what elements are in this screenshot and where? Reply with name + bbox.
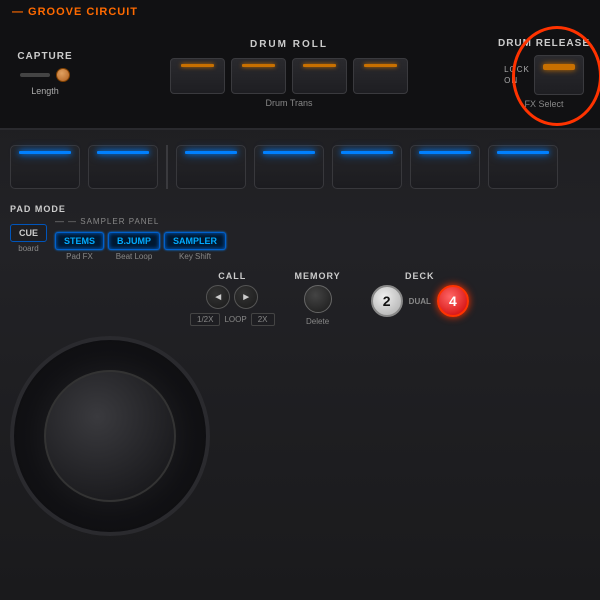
lock-on-row: LOCK ON <box>504 65 530 85</box>
mode-btn-bjump[interactable]: B.JUMP <box>108 232 160 250</box>
drum-release-label: DRUM RELEASE <box>498 38 590 49</box>
call-left-button[interactable]: ◄ <box>206 285 230 309</box>
drum-roll-label: DRUM ROLL <box>250 39 328 50</box>
pad-button-6[interactable] <box>410 145 480 189</box>
deck-button-2[interactable]: 2 <box>371 285 403 317</box>
groove-circuit-label: — GROOVE CIRCUIT <box>12 6 138 18</box>
capture-section: CAPTURE Length <box>10 51 80 96</box>
drum-roll-section: DRUM ROLL Drum Trans <box>90 39 488 108</box>
call-2x-button[interactable]: 2X <box>251 313 275 326</box>
drum-roll-btn-3[interactable] <box>292 58 347 94</box>
on-label: ON <box>504 76 518 85</box>
mode-btn-stems[interactable]: STEMS <box>55 232 104 250</box>
pad-mode-col: PAD MODE CUE board — — SAMPLER PANEL STE… <box>10 204 226 261</box>
pad-button-3[interactable] <box>176 145 246 189</box>
sampler-panel-label: — SAMPLER PANEL <box>68 217 159 226</box>
drum-release-section: DRUM RELEASE LOCK ON FX Select <box>498 38 590 109</box>
deck-label: DECK <box>405 271 435 281</box>
call-sub-row: 1/2X LOOP 2X <box>190 313 275 326</box>
call-buttons-row: ◄ ► <box>206 285 258 309</box>
cue-sub-label: board <box>18 244 38 253</box>
delete-label: Delete <box>306 317 329 326</box>
right-space <box>230 336 590 536</box>
bjump-sub-label: Beat Loop <box>116 252 152 261</box>
memory-section: MEMORY Delete <box>295 271 341 326</box>
capture-slider-row <box>20 68 70 82</box>
capture-knob[interactable] <box>56 68 70 82</box>
drum-trans-label: Drum Trans <box>265 98 312 108</box>
call-section: CALL ◄ ► 1/2X LOOP 2X <box>190 271 275 326</box>
pad-mode-section: PAD MODE CUE board — — SAMPLER PANEL STE… <box>0 199 600 266</box>
lock-on-fx-container: LOCK ON <box>504 55 584 95</box>
pad-button-4[interactable] <box>254 145 324 189</box>
pad-button-5[interactable] <box>332 145 402 189</box>
pad-mode-label: PAD MODE <box>10 204 226 214</box>
fx-select-button[interactable] <box>534 55 584 95</box>
drum-roll-btn-4[interactable] <box>353 58 408 94</box>
memory-label: MEMORY <box>295 271 341 281</box>
stems-sub-label: Pad FX <box>66 252 93 261</box>
main-container: — GROOVE CIRCUIT CAPTURE Length DRUM ROL… <box>0 0 600 600</box>
capture-slider[interactable] <box>20 73 50 77</box>
call-label: CALL <box>218 271 246 281</box>
pad-button-7[interactable] <box>488 145 558 189</box>
drum-roll-btn-1[interactable] <box>170 58 225 94</box>
bottom-controls: CALL ◄ ► 1/2X LOOP 2X MEMORY Delete DECK… <box>180 266 600 331</box>
lock-label: LOCK <box>504 65 530 74</box>
fx-select-label: FX Select <box>524 99 563 109</box>
pad-divider <box>166 145 168 189</box>
memory-knob[interactable] <box>304 285 332 313</box>
mode-btn-row: CUE board — — SAMPLER PANEL STEMS Pad FX <box>10 216 226 261</box>
middle-section <box>0 130 600 199</box>
drum-roll-buttons <box>170 58 408 94</box>
drum-roll-btn-2[interactable] <box>231 58 286 94</box>
deck-dual-label: DUAL <box>409 297 431 306</box>
bottom-area <box>0 336 600 536</box>
jog-wheel-container <box>10 336 210 536</box>
loop-label: LOOP <box>224 315 246 324</box>
capture-label: CAPTURE <box>17 51 72 62</box>
pad-button-1[interactable] <box>10 145 80 189</box>
deck-buttons-row: 2 DUAL 4 <box>371 285 469 317</box>
capture-length-label: Length <box>31 86 59 96</box>
call-half-button[interactable]: 1/2X <box>190 313 220 326</box>
top-section: — GROOVE CIRCUIT CAPTURE Length DRUM ROL… <box>0 0 600 130</box>
pad-row-1 <box>10 145 590 189</box>
deck-button-4[interactable]: 4 <box>437 285 469 317</box>
deck-section: DECK 2 DUAL 4 <box>371 271 469 317</box>
jog-wheel-inner[interactable] <box>44 370 176 502</box>
sampler-panel-line: — — SAMPLER PANEL <box>55 216 226 226</box>
mode-btn-cue[interactable]: CUE <box>10 224 47 242</box>
call-right-button[interactable]: ► <box>234 285 258 309</box>
sampler-sub-label: Key Shift <box>179 252 211 261</box>
mode-btn-sampler[interactable]: SAMPLER <box>164 232 226 250</box>
jog-wheel-outer[interactable] <box>10 336 210 536</box>
pad-button-2[interactable] <box>88 145 158 189</box>
